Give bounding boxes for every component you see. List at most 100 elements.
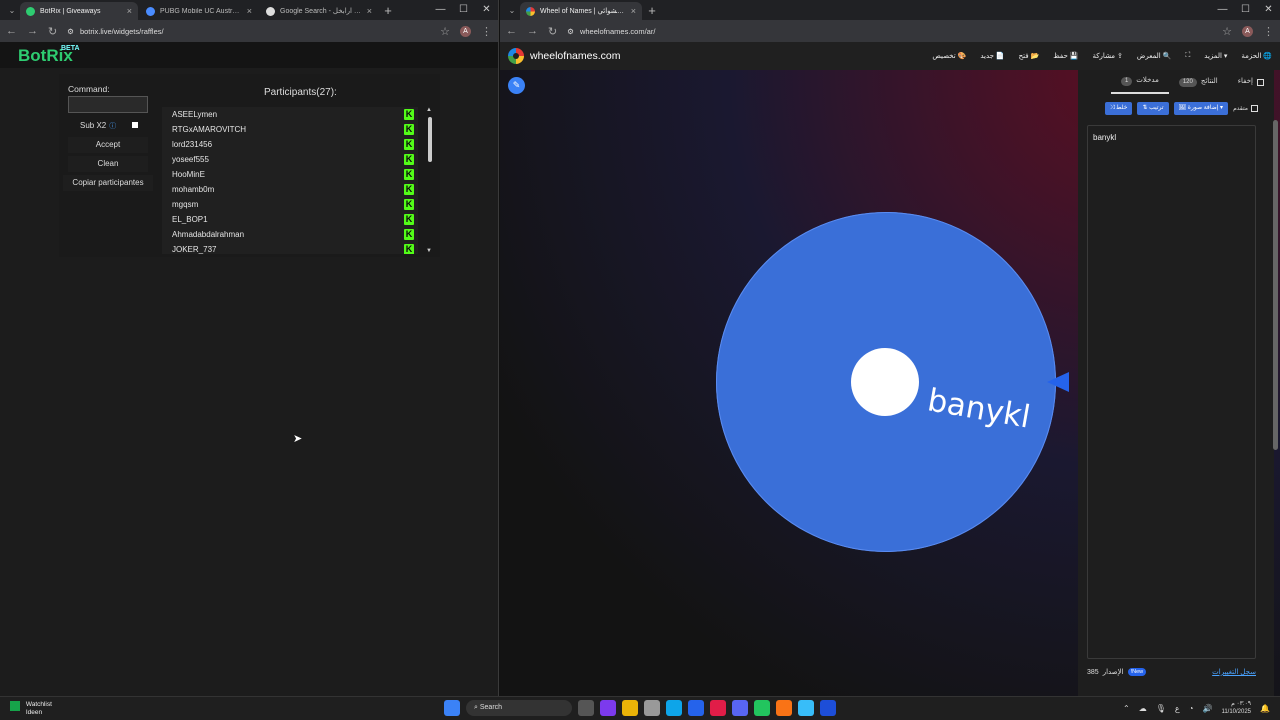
mail-icon[interactable]	[688, 700, 704, 716]
hide-checkbox[interactable]	[1257, 78, 1264, 86]
clock[interactable]: ٠٣:٠٩ م 11/10/2025	[1221, 700, 1251, 716]
chevron-up-icon[interactable]: ⌃	[1123, 704, 1130, 713]
reload-icon[interactable]: ↻	[548, 25, 557, 38]
top-menu: 🌐 الحزمة ▾ المزيد ⛶ 🔍 المعرض ⇪ مشاركة 💾 …	[932, 42, 1272, 70]
clean-button[interactable]: Clean	[68, 156, 148, 172]
command-input[interactable]	[68, 96, 148, 113]
menu-share[interactable]: ⇪ مشاركة	[1092, 52, 1122, 60]
taskbar-search[interactable]: ⌕ Search	[466, 700, 572, 716]
app-icon[interactable]	[754, 700, 770, 716]
task-view-icon[interactable]	[578, 700, 594, 716]
tab-search-icon[interactable]: ⌄	[504, 2, 520, 20]
site-info-icon[interactable]: ⚙	[567, 27, 574, 36]
profile-avatar[interactable]: A	[1242, 25, 1253, 37]
hide-sidebar-toggle[interactable]: إخفاء	[1228, 70, 1274, 94]
new-tab-button[interactable]: +	[380, 2, 396, 20]
bookmark-star-icon[interactable]: ☆	[1222, 25, 1232, 38]
back-icon[interactable]: ←	[6, 25, 17, 37]
accept-button[interactable]: Accept	[68, 137, 148, 153]
chrome-icon[interactable]	[710, 700, 726, 716]
fullscreen-icon[interactable]: ⛶	[1185, 52, 1190, 60]
file-explorer-icon[interactable]	[622, 700, 638, 716]
forward-icon[interactable]: →	[527, 25, 538, 37]
menu-save[interactable]: 💾 حفظ	[1053, 52, 1078, 60]
site-info-icon[interactable]: ⚙	[67, 27, 74, 36]
maximize-button[interactable]: ☐	[452, 0, 475, 20]
browser-menu-icon[interactable]: ⋮	[481, 25, 492, 38]
address-bar: ← → ↻ ⚙ botrix.live/widgets/raffles/ ☆ A…	[0, 20, 498, 42]
edge-icon[interactable]	[666, 700, 682, 716]
watchlist-widget[interactable]: Watchlist Ideen	[10, 701, 52, 717]
menu-gallery[interactable]: 🔍 المعرض	[1137, 52, 1172, 60]
changelog-link[interactable]: سجل التغييرات	[1212, 668, 1256, 676]
copy-participants-button[interactable]: Copiar participantes	[63, 175, 153, 191]
close-icon[interactable]: ×	[367, 6, 372, 16]
info-icon[interactable]: ⓘ	[109, 123, 116, 130]
chrome-alt-icon[interactable]	[776, 700, 792, 716]
scroll-thumb[interactable]	[428, 117, 432, 162]
wifi-icon[interactable]: ◔	[1189, 704, 1194, 713]
volume-icon[interactable]: 🔊	[1202, 704, 1212, 713]
tab-results[interactable]: النتائج 120	[1169, 70, 1228, 94]
tab-wheel-of-names[interactable]: Wheel of Names | عجلة الأسماء العشوائي ×	[520, 2, 642, 20]
tab-entries[interactable]: مدخلات 1	[1110, 70, 1169, 94]
advanced-toggle[interactable]: متقدم	[1233, 105, 1258, 112]
close-window-button[interactable]: ✕	[1257, 0, 1280, 20]
windows-start-icon[interactable]	[444, 700, 460, 716]
site-name[interactable]: wheelofnames.com	[530, 50, 620, 62]
shuffle-button[interactable]: خلط ⤨	[1104, 102, 1133, 115]
add-image-button[interactable]: ▾ إضافة صورة 🖼	[1173, 102, 1229, 115]
profile-avatar[interactable]: A	[460, 25, 471, 37]
tab-pubg[interactable]: PUBG Mobile UC Australia [10% ×	[140, 2, 258, 20]
spin-wheel[interactable]: banykl	[716, 212, 1056, 552]
entries-textarea[interactable]: banykl	[1087, 125, 1256, 659]
close-window-button[interactable]: ✕	[475, 0, 498, 20]
reload-icon[interactable]: ↻	[48, 25, 57, 38]
tab-botrix[interactable]: BotRix | Giveaways ×	[20, 2, 138, 20]
close-icon[interactable]: ×	[127, 6, 132, 16]
add-image-label: إضافة صورة	[1187, 105, 1219, 111]
mic-icon[interactable]: 🎙	[1156, 704, 1166, 713]
wheel-favicon-icon	[526, 6, 535, 16]
discord-icon[interactable]	[732, 700, 748, 716]
tab-google[interactable]: Google Search - خريطه ارابخل ×	[260, 2, 378, 20]
edit-pencil-icon[interactable]: ✎	[508, 77, 525, 94]
close-icon[interactable]: ×	[247, 6, 252, 16]
menu-pack[interactable]: 🌐 الحزمة	[1241, 52, 1272, 60]
wheel-logo-icon[interactable]	[508, 48, 524, 64]
notification-icon[interactable]: 🔔	[1260, 704, 1270, 713]
participants-list[interactable]: ASEELymen K RTGxAMAROVITCH Klord231456 Kyose…	[162, 107, 418, 254]
menu-customize[interactable]: 🎨 تخصيص	[932, 52, 966, 60]
tab-search-icon[interactable]: ⌄	[4, 2, 20, 20]
page-scrollbar[interactable]	[1273, 120, 1278, 450]
store-icon[interactable]	[644, 700, 660, 716]
browser-icon[interactable]	[820, 700, 836, 716]
minimize-button[interactable]: —	[1211, 0, 1234, 20]
browser-menu-icon[interactable]: ⋮	[1263, 25, 1274, 38]
participants-scrollbar[interactable]: ▲ ▼	[426, 107, 434, 254]
forward-icon[interactable]: →	[27, 25, 38, 37]
advanced-checkbox[interactable]	[1251, 105, 1258, 112]
cloud-icon[interactable]: ☁	[1139, 704, 1147, 713]
scroll-down-icon[interactable]: ▼	[426, 248, 432, 254]
menu-more[interactable]: ▾ المزيد	[1204, 52, 1227, 60]
pubg-favicon-icon	[146, 6, 155, 16]
close-icon[interactable]: ×	[631, 6, 636, 16]
sub-x2-checkbox[interactable]	[132, 122, 138, 128]
photos-icon[interactable]	[798, 700, 814, 716]
bookmark-star-icon[interactable]: ☆	[440, 25, 450, 38]
new-tab-button[interactable]: +	[644, 2, 660, 20]
url-field[interactable]: ⚙ botrix.live/widgets/raffles/	[67, 27, 430, 36]
maximize-button[interactable]: ☐	[1234, 0, 1257, 20]
new-badge[interactable]: New!	[1127, 668, 1147, 676]
minimize-button[interactable]: —	[429, 0, 452, 20]
language-icon[interactable]: ع	[1175, 704, 1180, 713]
scroll-up-icon[interactable]: ▲	[426, 107, 432, 113]
back-icon[interactable]: ←	[506, 25, 517, 37]
menu-new[interactable]: 📄 جديد	[980, 52, 1004, 60]
copilot-icon[interactable]	[600, 700, 616, 716]
sort-button[interactable]: ترتيب ⇅	[1137, 102, 1169, 115]
url-field[interactable]: ⚙ wheelofnames.com/ar/	[567, 27, 1212, 36]
wheel-center-hub[interactable]	[851, 348, 919, 416]
menu-open[interactable]: 📂 فتح	[1019, 52, 1040, 60]
